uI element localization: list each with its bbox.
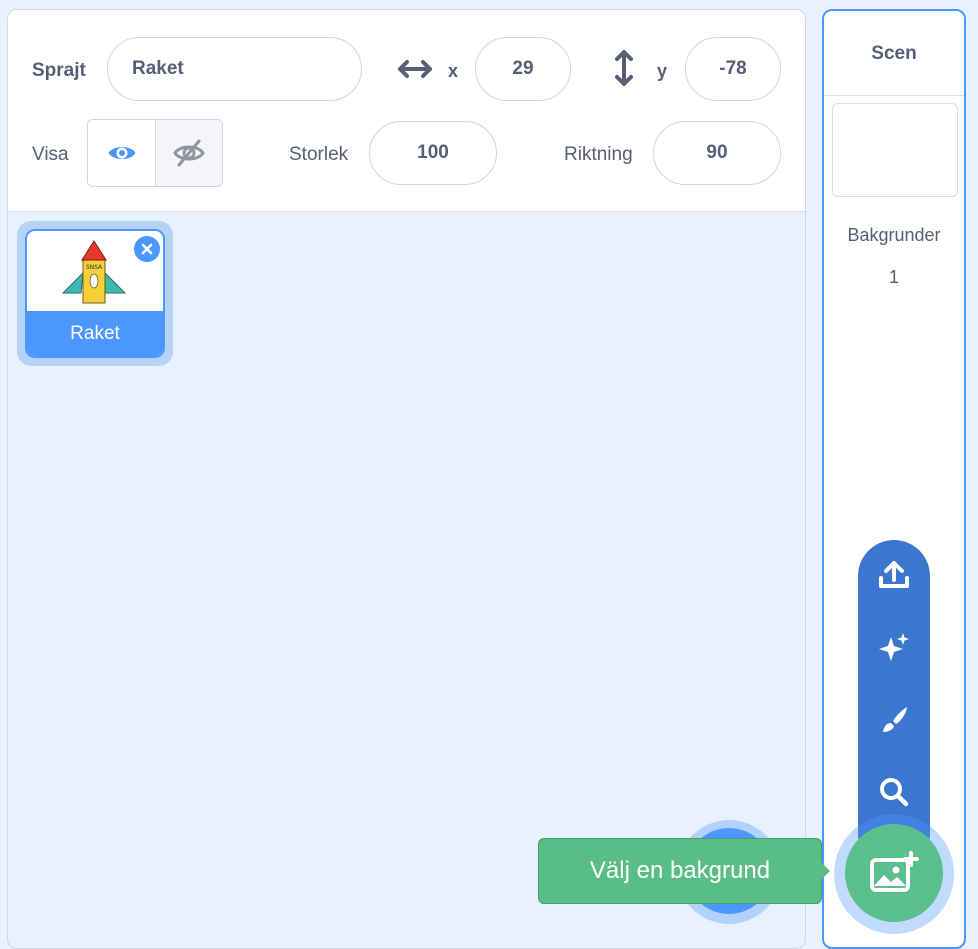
visibility-toggle <box>87 119 223 187</box>
sprite-info-panel: Sprajt x y Visa <box>8 10 805 212</box>
eye-icon <box>108 147 135 159</box>
tooltip-arrow <box>820 861 830 881</box>
size-label: Storlek <box>289 144 349 165</box>
sprite-label: Sprajt <box>32 60 86 81</box>
hide-button[interactable] <box>155 120 222 186</box>
direction-label: Riktning <box>564 144 633 165</box>
add-backdrop-icon <box>870 851 919 892</box>
size-input[interactable] <box>369 121 497 185</box>
sprite-tile[interactable]: SNSA Raket <box>17 221 173 366</box>
surprise-backdrop-button[interactable] <box>858 618 930 678</box>
paint-backdrop-button[interactable] <box>858 690 930 750</box>
backdrops-count: 1 <box>888 267 899 287</box>
sprite-name-input[interactable] <box>107 37 362 101</box>
stage-header: Scen <box>824 11 964 96</box>
sprite-tile-body: SNSA Raket <box>25 229 165 358</box>
y-label: y <box>657 61 668 81</box>
x-label: x <box>448 61 459 81</box>
delete-sprite-button[interactable] <box>134 236 160 262</box>
sparkle-icon <box>879 633 909 661</box>
search-backdrop-button[interactable] <box>858 762 930 822</box>
upload-icon <box>879 561 909 588</box>
eye-hidden-icon <box>173 139 205 167</box>
stage-title: Scen <box>871 43 917 64</box>
sprite-pane: Sprajt x y Visa <box>7 9 806 949</box>
rocket-costume-text: SNSA <box>86 264 103 271</box>
backdrops-label: Bakgrunder <box>847 225 941 245</box>
stage-thumbnail[interactable] <box>832 103 958 197</box>
horizontal-arrow-icon <box>398 60 432 78</box>
upload-backdrop-button[interactable] <box>858 546 930 606</box>
direction-input[interactable] <box>653 121 781 185</box>
choose-backdrop-tooltip: Välj en bakgrund <box>538 838 822 904</box>
y-input[interactable] <box>685 37 781 101</box>
show-label: Visa <box>32 144 69 165</box>
show-button[interactable] <box>88 120 155 186</box>
sprite-name-label: Raket <box>27 311 163 356</box>
x-input[interactable] <box>475 37 571 101</box>
vertical-arrow-icon <box>615 50 633 86</box>
search-icon <box>880 778 909 807</box>
close-icon <box>141 243 153 255</box>
choose-backdrop-button[interactable] <box>845 824 943 922</box>
paintbrush-icon <box>883 707 907 732</box>
